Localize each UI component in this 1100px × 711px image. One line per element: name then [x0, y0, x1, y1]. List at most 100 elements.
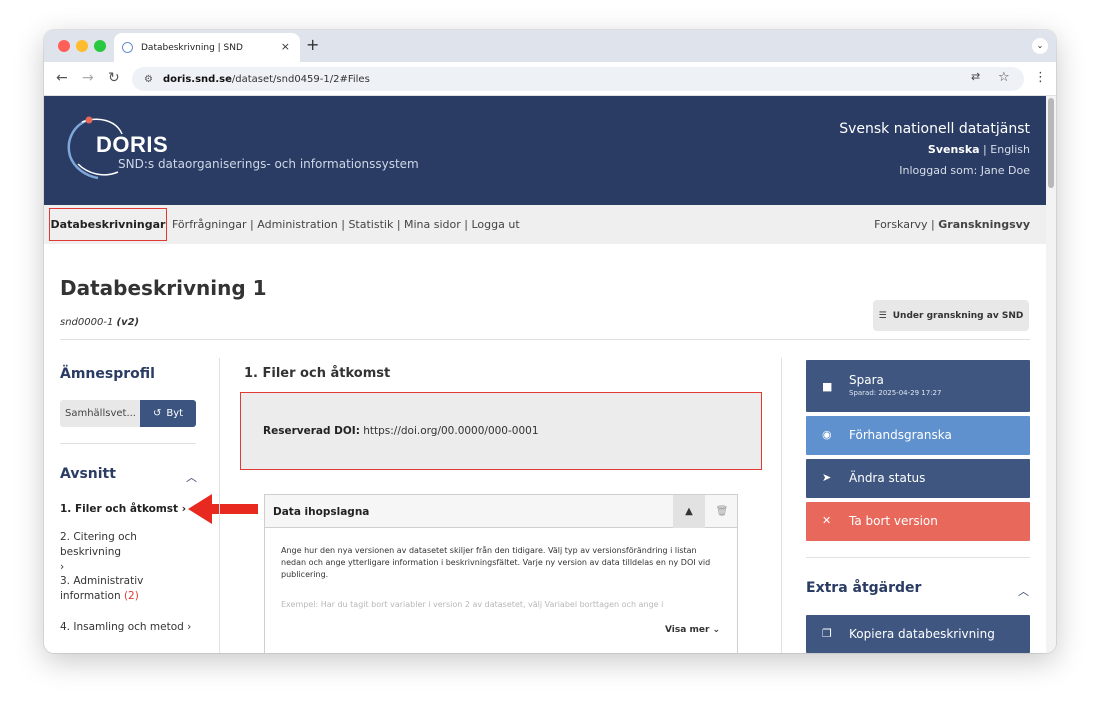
org-name: Svensk nationell datatjänst — [839, 121, 1030, 137]
site-favicon-icon — [122, 42, 133, 53]
section-item-label: 4. Insamling och metod — [60, 621, 184, 633]
section-issue-count: (2) — [123, 590, 139, 602]
preview-button[interactable]: ◉ Förhandsgranska — [806, 416, 1030, 455]
header-right: Svensk nationell datatjänst Svenska | En… — [839, 121, 1030, 177]
save-button[interactable]: ■ Spara Sparad: 2025-04-29 17:27 — [806, 360, 1030, 412]
trash-icon[interactable]: 🗑 — [707, 495, 737, 528]
lang-separator: | — [979, 143, 991, 156]
divider — [60, 339, 1030, 340]
site-subtitle: SND:s dataorganiserings- och information… — [118, 157, 419, 171]
dataset-id: snd0000-1 (v2) — [60, 317, 139, 328]
panel-title: Data ihopslagna — [273, 506, 370, 518]
translate-icon[interactable]: ⇄ — [971, 70, 980, 83]
logged-in-user: Inloggad som: Jane Doe — [899, 164, 1030, 177]
extra-actions-heading: Extra åtgärder — [806, 580, 922, 596]
close-window-button[interactable] — [58, 40, 70, 52]
browser-menu-icon[interactable]: ⋮ — [1034, 70, 1047, 85]
copy-description-button[interactable]: ❐ Kopiera databeskrivning — [806, 615, 1030, 653]
new-tab-button[interactable]: + — [306, 35, 319, 54]
review-badge-label: Under granskning av SND — [892, 310, 1024, 321]
browser-tab[interactable]: Databeskrivning | SND × — [114, 33, 300, 62]
reserved-doi: Reserverad DOI: https://doi.org/00.0000/… — [263, 425, 539, 437]
subject-profile-field[interactable]: Samhällsvet... — [60, 400, 140, 427]
chevron-right-icon: › — [183, 621, 192, 633]
scrollbar-thumb[interactable] — [1048, 98, 1054, 188]
undo-icon: ↺ — [152, 408, 162, 419]
nav-databeskrivningar[interactable]: Databeskrivningar — [49, 208, 167, 241]
trash-icon: ✕ — [822, 514, 832, 527]
tab-close-icon[interactable]: × — [281, 40, 290, 53]
zoom-window-button[interactable] — [94, 40, 106, 52]
merged-data-panel: Data ihopslagna ▲ 🗑 Ange hur den nya ver… — [264, 494, 738, 653]
divider — [806, 557, 1030, 558]
url-path: /dataset/snd0459-1/2#Files — [231, 73, 370, 85]
list-icon: ☰ — [878, 310, 887, 321]
sections-heading: Avsnitt — [60, 466, 116, 482]
site-header: DORIS SND:s dataorganiserings- och infor… — [44, 96, 1046, 205]
column-divider — [781, 358, 782, 653]
logo-text: DORIS — [96, 132, 169, 157]
chevron-right-icon: › — [60, 561, 65, 573]
change-profile-button[interactable]: ↺ Byt — [140, 400, 196, 427]
review-status-badge[interactable]: ☰ Under granskning av SND — [873, 300, 1029, 331]
doi-box: Reserverad DOI: https://doi.org/00.0000/… — [240, 392, 762, 470]
collapse-panel-icon[interactable]: ▲ — [673, 495, 705, 528]
lang-english-link[interactable]: English — [990, 143, 1030, 156]
subject-profile-heading: Ämnesprofil — [60, 366, 155, 382]
dataset-id-text: snd0000-1 — [60, 317, 117, 328]
nav-forskarvy[interactable]: Forskarvy — [874, 218, 927, 231]
change-status-button[interactable]: ➤ Ändra status — [806, 459, 1030, 498]
forward-arrow-icon[interactable]: → — [82, 70, 94, 86]
panel-description: Ange hur den nya versionen av datasetet … — [281, 546, 711, 579]
divider — [60, 443, 196, 444]
change-status-label: Ändra status — [849, 471, 926, 485]
save-icon: ■ — [822, 380, 833, 393]
section-item-collection[interactable]: 4. Insamling och metod › — [60, 620, 200, 635]
delete-version-button[interactable]: ✕ Ta bort version — [806, 502, 1030, 541]
red-pointer-arrow-icon — [188, 494, 258, 524]
chevron-right-icon: › — [178, 503, 187, 515]
doi-value: https://doi.org/00.0000/000-0001 — [363, 425, 539, 437]
language-switcher: Svenska | English — [839, 143, 1030, 156]
view-switcher: Forskarvy | Granskningsvy — [874, 218, 1030, 231]
collapse-sections-icon[interactable]: ︿ — [186, 469, 197, 485]
show-more-label: Visa mer — [665, 625, 710, 635]
saved-timestamp: Sparad: 2025-04-29 17:27 — [849, 389, 942, 397]
copy-icon: ❐ — [822, 627, 832, 640]
reload-icon[interactable]: ↻ — [108, 70, 120, 86]
chevron-down-icon: ⌄ — [712, 625, 721, 635]
main-nav: Databeskrivningar Förfrågningar | Admini… — [44, 205, 1046, 244]
panel-header: Data ihopslagna ▲ 🗑 — [265, 495, 737, 528]
bookmark-star-icon[interactable]: ☆ — [998, 70, 1010, 85]
doi-label: Reserverad DOI: — [263, 425, 360, 437]
delete-version-label: Ta bort version — [849, 514, 938, 528]
url-host: doris.snd.se — [162, 73, 232, 85]
copy-label: Kopiera databeskrivning — [849, 627, 995, 641]
change-profile-label: Byt — [166, 408, 184, 419]
browser-window: Databeskrivning | SND × + ⌄ ← → ↻ ⚙ dori… — [44, 30, 1056, 653]
show-more-link[interactable]: Visa mer ⌄ — [665, 625, 720, 635]
minimize-window-button[interactable] — [76, 40, 88, 52]
section-item-label: 1. Filer och åtkomst — [60, 503, 179, 515]
send-icon: ➤ — [822, 471, 832, 484]
save-label: Spara — [849, 373, 884, 387]
nav-granskningsvy[interactable]: Granskningsvy — [938, 218, 1030, 231]
section-item-administrative[interactable]: 3. Administrativ information (2) — [60, 574, 200, 604]
view-separator: | — [927, 218, 939, 231]
section-item-citation[interactable]: 2. Citering och beskrivning › — [60, 530, 200, 575]
section-item-label: 2. Citering och beskrivning — [60, 531, 137, 558]
preview-label: Förhandsgranska — [849, 428, 952, 442]
tab-bar: Databeskrivning | SND × + ⌄ — [44, 30, 1056, 62]
address-bar[interactable]: ⚙ doris.snd.se /dataset/snd0459-1/2#File… — [132, 67, 1024, 91]
page-title: Databeskrivning 1 — [60, 276, 267, 300]
browser-toolbar: ← → ↻ ⚙ doris.snd.se /dataset/snd0459-1/… — [44, 62, 1056, 96]
tab-search-chevron-icon[interactable]: ⌄ — [1032, 38, 1048, 54]
section-item-files[interactable]: 1. Filer och åtkomst › — [60, 502, 200, 517]
nav-links[interactable]: Förfrågningar | Administration | Statist… — [172, 218, 520, 231]
lang-svenska-link[interactable]: Svenska — [928, 143, 980, 156]
column-divider — [219, 358, 220, 653]
collapse-extra-actions-icon[interactable]: ︿ — [1018, 583, 1029, 599]
back-arrow-icon[interactable]: ← — [56, 70, 68, 86]
site-settings-icon[interactable]: ⚙ — [144, 74, 153, 85]
dataset-version: (v2) — [116, 317, 140, 328]
